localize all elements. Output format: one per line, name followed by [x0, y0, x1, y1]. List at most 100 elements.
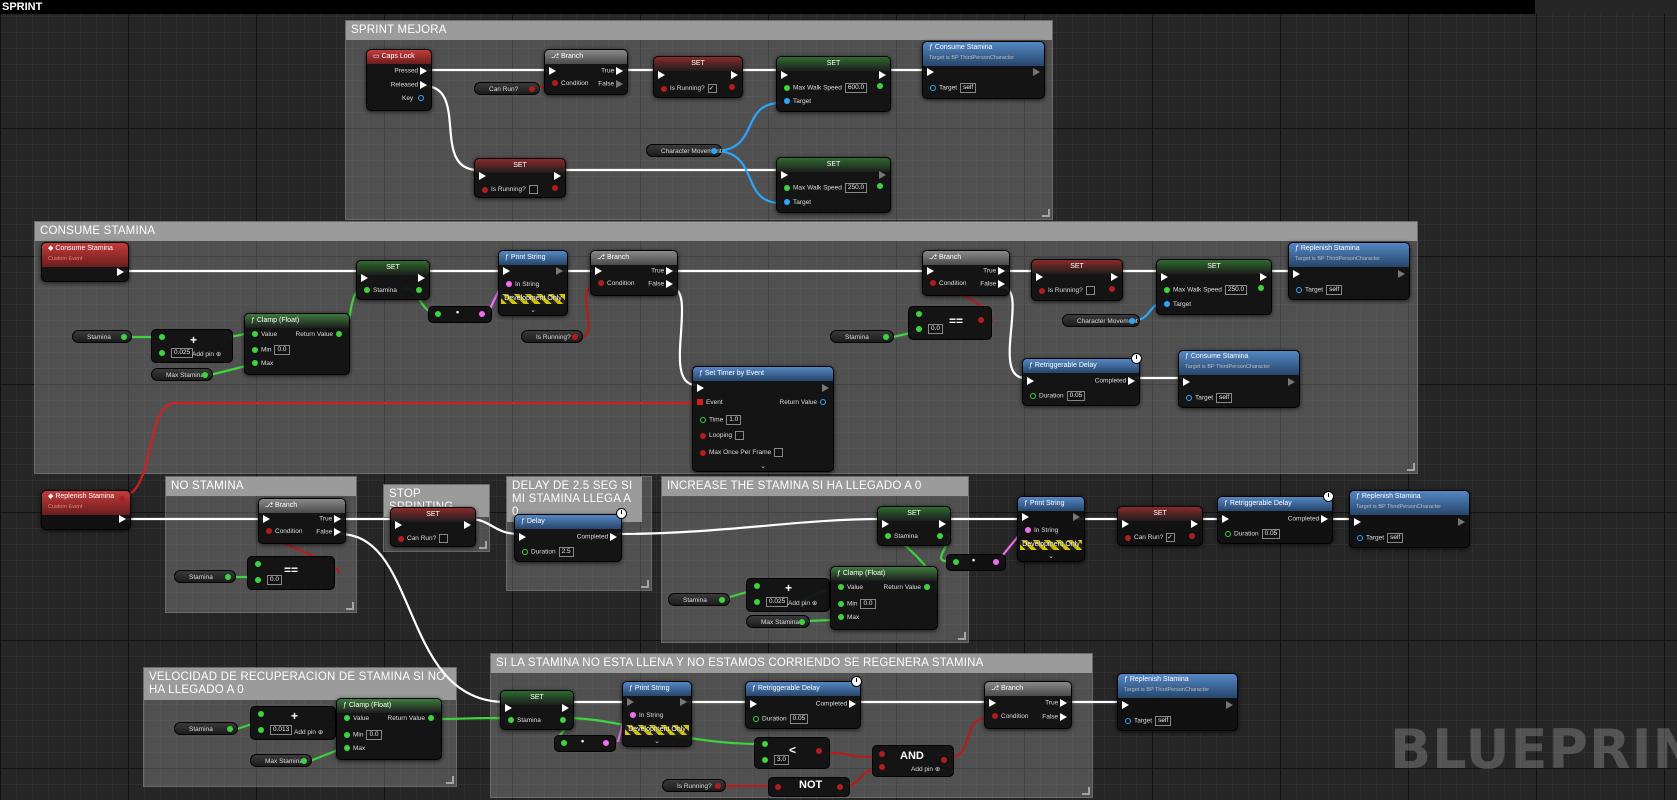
- clamp-float-node[interactable]: ƒ Clamp (Float) Value Return Value Min 0.…: [336, 698, 442, 760]
- branch-icon: ⎇: [551, 53, 562, 60]
- replenish-stamina-event-node[interactable]: ◆ Replenish Stamina Custom Event: [41, 490, 131, 530]
- add-node[interactable]: 0.025 + Add pin ⊕: [151, 329, 233, 363]
- false-pin[interactable]: False: [598, 80, 623, 88]
- to-string-node[interactable]: •: [554, 735, 616, 752]
- target-pin[interactable]: Target: [781, 199, 811, 206]
- node-header: ▭ Caps Lock: [367, 50, 431, 64]
- consume-stamina-event-node[interactable]: ◆ Consume Stamina Custom Event: [41, 242, 129, 282]
- set-max-walk-speed-250-node[interactable]: SET Max Walk Speed 250.0 Target: [1156, 259, 1272, 315]
- latent-clock-icon: [851, 676, 862, 687]
- comment-title: SI LA STAMINA NO ESTA LLENA Y NO ESTAMOS…: [491, 654, 1092, 673]
- comment-no-stamina[interactable]: NO STAMINA: [165, 476, 357, 613]
- key-pin[interactable]: Key: [402, 95, 427, 102]
- branch-node[interactable]: ⎇ Branch Condition True False: [984, 681, 1072, 729]
- pressed-pin[interactable]: Pressed: [394, 67, 427, 75]
- and-node[interactable]: AND Add pin ⊕: [872, 745, 954, 777]
- is-running-getter[interactable]: Is Running?: [662, 779, 726, 792]
- set-stamina-node[interactable]: SET Stamina: [500, 690, 574, 730]
- can-run-pin[interactable]: Can Run?: [395, 534, 449, 543]
- stamina-getter[interactable]: Stamina: [830, 330, 894, 343]
- delay-node[interactable]: ƒ Delay Completed Duration 2.5: [514, 514, 622, 562]
- is-running-checkbox[interactable]: [528, 185, 538, 194]
- graph-title: SPRINT: [2, 1, 43, 13]
- set-can-run-true-node[interactable]: SET Can Run? ✓: [1117, 506, 1203, 546]
- set-timer-by-event-node[interactable]: ƒ Set Timer by Event Event Return Value …: [692, 366, 834, 472]
- clamp-float-node[interactable]: ƒ Clamp (Float) Value Return Value Min 0.…: [830, 566, 938, 630]
- set-is-running-false-node[interactable]: SET Is Running?: [1031, 259, 1123, 301]
- set-is-running-false-node[interactable]: SET Is Running?: [474, 158, 566, 198]
- exec-in-pin[interactable]: [549, 67, 556, 75]
- branch-node[interactable]: ⎇ Branch Condition True False: [922, 250, 1010, 296]
- print-string-node[interactable]: ƒ Print String In String Development Onl…: [498, 250, 568, 316]
- is-running-checkbox[interactable]: ✓: [707, 84, 717, 93]
- equals-node[interactable]: 0.0 ==: [247, 556, 335, 590]
- branch-node[interactable]: ⎇ Branch Condition True False: [590, 250, 678, 296]
- target-pin[interactable]: Target self: [927, 83, 977, 93]
- consume-stamina-call-node[interactable]: ƒ Consume Stamina Target is BP ThirdPerso…: [922, 41, 1045, 99]
- comment-title: CONSUME STAMINA: [35, 222, 1417, 241]
- retriggerable-delay-node[interactable]: ƒ Retriggerable Delay Completed Duration…: [1022, 358, 1140, 406]
- chevron-down-icon[interactable]: ⌄: [654, 737, 660, 745]
- is-running-pin[interactable]: Is Running?: [479, 185, 538, 194]
- comment-title: INCREASE THE STAMINA SI HA LLEGADO A 0: [662, 477, 968, 496]
- is-running-pin[interactable]: Is Running?: [1036, 286, 1095, 295]
- print-string-node[interactable]: ƒ Print String In String Development Onl…: [622, 681, 692, 747]
- add-node[interactable]: 0.013 + Add pin ⊕: [250, 706, 336, 740]
- replenish-stamina-call-node[interactable]: ƒ Replenish Stamina Target is BP ThirdPer…: [1288, 242, 1410, 300]
- add-node[interactable]: 0.025 + Add pin ⊕: [746, 578, 830, 612]
- set-max-walk-speed-250-node[interactable]: SET Max Walk Speed 250.0 Target: [776, 157, 891, 213]
- can-run-getter[interactable]: Can Run?: [474, 82, 540, 95]
- development-only-banner: Development Only: [501, 294, 565, 304]
- set-is-running-true-node[interactable]: SET Is Running? ✓: [653, 56, 743, 98]
- set-stamina-node[interactable]: SET Stamina: [356, 260, 430, 300]
- max-stamina-getter[interactable]: Max Stamina: [746, 615, 810, 628]
- speed-field[interactable]: 600.0: [844, 83, 868, 93]
- replenish-stamina-call-node[interactable]: ƒ Replenish Stamina Target is BP ThirdPer…: [1349, 490, 1470, 548]
- add-icon: ⊕: [317, 729, 324, 736]
- is-running-getter[interactable]: Is Running?: [521, 330, 583, 343]
- not-node[interactable]: NOT: [768, 777, 850, 797]
- stamina-getter[interactable]: Stamina: [668, 593, 730, 606]
- add-pin-button[interactable]: Add pin ⊕: [192, 350, 221, 358]
- stamina-pin[interactable]: Stamina: [361, 287, 397, 294]
- clamp-float-node[interactable]: ƒ Clamp (Float) Value Return Value Min 0.…: [244, 313, 350, 375]
- equals-node[interactable]: 0.0 ==: [908, 306, 992, 340]
- true-pin[interactable]: True: [601, 67, 623, 75]
- stamina-getter[interactable]: Stamina: [174, 722, 238, 735]
- max-walk-speed-pin[interactable]: Max Walk Speed 250.0: [1161, 285, 1248, 295]
- set-stamina-node[interactable]: SET Stamina: [877, 506, 951, 546]
- character-movement-getter[interactable]: Character Movement: [646, 144, 722, 157]
- comment-title: SPRINT MEJORA: [346, 21, 1052, 40]
- retriggerable-delay-node[interactable]: ƒ Retriggerable Delay Completed Duration…: [1217, 496, 1333, 544]
- retriggerable-delay-node[interactable]: ƒ Retriggerable Delay Completed Duration…: [745, 681, 861, 729]
- branch-node[interactable]: ⎇ Branch Condition True False: [258, 498, 346, 544]
- released-pin[interactable]: Released: [391, 81, 427, 89]
- max-stamina-getter[interactable]: Max Stamina: [151, 368, 213, 381]
- set-max-walk-speed-600-node[interactable]: SET Max Walk Speed 600.0 Target: [776, 56, 891, 112]
- graph-title-bar: SPRINT: [0, 0, 1535, 14]
- condition-pin[interactable]: Condition: [549, 80, 588, 87]
- latent-clock-icon: [1323, 491, 1334, 502]
- max-stamina-getter[interactable]: Max Stamina: [250, 754, 312, 767]
- to-string-node[interactable]: •: [946, 554, 1006, 571]
- set-can-run-false-node[interactable]: SET Can Run?: [390, 507, 476, 547]
- event-pin[interactable]: Event: [697, 399, 723, 406]
- print-string-node[interactable]: ƒ Print String In String Development Onl…: [1017, 496, 1085, 562]
- is-running-pin[interactable]: Is Running? ✓: [658, 84, 717, 93]
- add-icon: ⊕: [215, 351, 222, 358]
- stamina-getter[interactable]: Stamina: [174, 570, 236, 583]
- character-movement-getter[interactable]: Character Movement: [1062, 314, 1140, 327]
- max-walk-speed-pin[interactable]: Max Walk Speed 600.0: [781, 83, 868, 93]
- chevron-down-icon[interactable]: ⌄: [1048, 552, 1054, 560]
- less-than-node[interactable]: 3.0 <: [754, 737, 830, 769]
- max-walk-speed-pin[interactable]: Max Walk Speed 250.0: [781, 183, 868, 193]
- target-pin[interactable]: Target: [781, 98, 811, 105]
- branch-node[interactable]: ⎇ Branch Condition True False: [544, 49, 628, 95]
- consume-stamina-call-node[interactable]: ƒ Consume Stamina Target is BP ThirdPerso…: [1178, 350, 1300, 408]
- caps-lock-event-node[interactable]: ▭ Caps Lock Pressed Released Key: [366, 49, 432, 111]
- chevron-down-icon[interactable]: ⌄: [530, 306, 536, 314]
- to-string-node[interactable]: •: [428, 306, 492, 323]
- stamina-getter[interactable]: Stamina: [72, 330, 132, 343]
- replenish-stamina-call-node[interactable]: ƒ Replenish Stamina Target is BP ThirdPer…: [1117, 673, 1238, 731]
- chevron-down-icon[interactable]: ⌄: [760, 462, 766, 470]
